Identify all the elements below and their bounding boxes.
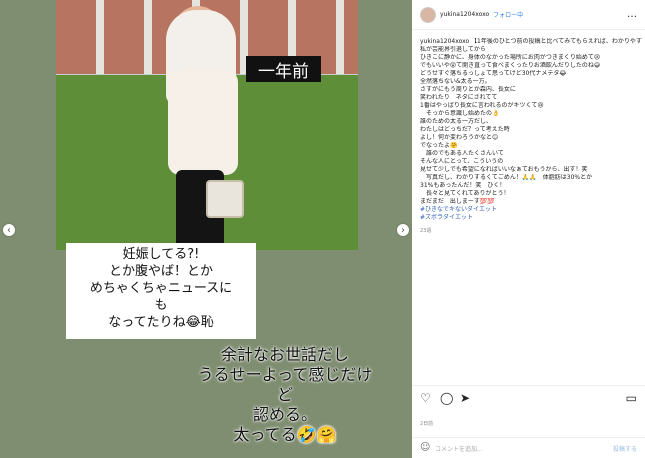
caption-line: 全然落ちない&太る一方。 [420, 78, 491, 85]
overlay-line-5: 太ってる🤣🤗 [233, 425, 337, 444]
avatar[interactable] [420, 6, 436, 23]
caption-line: 笑われたり ネタにされてて [420, 94, 498, 101]
overlay-line-3: ど [276, 385, 293, 404]
caption-line: 写真だし、わかりするくてごめん！🙏🙏 体脂肪は30%とか [420, 174, 593, 181]
caption-line: ひきこに静かに、身体のなかった場所にお肉がつきまくり始めて😢 [420, 54, 601, 61]
comment-icon[interactable]: ◯ [440, 391, 453, 405]
year-label: 一年前 [246, 56, 321, 82]
overlay-text: 余計なお世話だし うるせーよって感じだけ ど 認める。 太ってる🤣🤗 [160, 345, 410, 445]
note-line-4: も [154, 298, 168, 313]
heart-icon[interactable]: ♡ [420, 391, 431, 405]
hashtag-link[interactable]: #ズボラダイエット [420, 214, 642, 222]
overlay-line-2: うるせーよって感じだけ [197, 365, 373, 384]
note-box: 妊娠してる?! とか腹やば！とか めちゃくちゃニュースに も なってたりね😂恥 [66, 243, 256, 339]
post-media[interactable]: 一年前 妊娠してる?! とか腹やば！とか めちゃくちゃニュースに も なってたり… [0, 0, 412, 458]
caption-line: 誰のでもある人たくさんいて [420, 150, 504, 157]
share-icon[interactable]: ➤ [460, 391, 470, 405]
caption-line: そっから意識し始めたの👌 [420, 110, 500, 117]
smile-icon[interactable]: ☺ [420, 442, 430, 453]
caption-line: 31%もあったんだ！笑 ひく！ [420, 182, 506, 189]
hashtag-link[interactable]: #ひきなでキないダイエット [420, 206, 642, 214]
caption-line: でなったよ🤗 [420, 142, 458, 149]
caption-time: 23週 [420, 228, 432, 234]
caption: yukina1204xoxo 【1年後のひとつ前の投稿と比べてみてもらえれば、わ… [420, 38, 642, 235]
bookmark-icon[interactable]: ▭ [626, 391, 637, 405]
post-header: yukina1204xoxo フォロー中 … [412, 0, 645, 30]
instagram-post: 一年前 妊娠してる?! とか腹やば！とか めちゃくちゃニュースに も なってたり… [0, 0, 645, 458]
more-options-icon[interactable]: … [627, 9, 637, 20]
note-line-3: めちゃくちゃニュースに [89, 281, 233, 296]
caption-line: まだまだ 出しまーす💯💯 [420, 198, 495, 205]
caption-line: 私が芸能界引退してから [420, 46, 486, 53]
next-arrow-icon[interactable]: › [397, 224, 409, 236]
note-line-5: なってたりね😂恥 [108, 315, 214, 330]
caption-line: 1番はやっぱり長女に言われるのがキツくて😢 [420, 102, 544, 109]
note-line-2: とか腹やば！とか [108, 264, 213, 279]
photo [56, 0, 358, 250]
comment-input[interactable]: コメントを追加... [435, 444, 483, 453]
comment-bar: ☺ コメントを追加... 投稿する [412, 437, 645, 458]
caption-line: そんな人にとって、こういうの [420, 158, 504, 165]
caption-line: 誰のための太る一方だし、 [420, 118, 493, 125]
caption-line: 見せて少しでも希望になればいいなぁておもうから、出す！笑 [420, 166, 588, 173]
caption-line: どうせすぐ落ちるっしょて思ってけど30代ナメテタ😂 [420, 70, 567, 77]
caption-line: さすがにもう周りとか森内、長女に [420, 86, 516, 93]
note-line-1: 妊娠してる?! [122, 247, 200, 262]
username[interactable]: yukina1204xoxo [440, 11, 489, 18]
action-bar: ♡ ◯ ➤ ▭ [412, 385, 645, 407]
post-time: 2日前 [420, 421, 434, 427]
post-sidebar: yukina1204xoxo フォロー中 … yukina1204xoxo 【1… [412, 0, 645, 458]
previous-arrow-icon[interactable]: ‹ [3, 224, 15, 236]
follow-button[interactable]: フォロー中 [493, 10, 523, 19]
caption-line: でもいいや😵て開き直って食べまくったりお酒飲んだりしたのね😅 [420, 62, 601, 69]
caption-line: yukina1204xoxo 【1年後のひとつ前の投稿と比べてみてもらえれば、わ… [420, 38, 642, 45]
caption-line: よし！何か変わろうかなと😊 [420, 134, 499, 141]
caption-line: わたしはどっちだ？って考えた時 [420, 126, 510, 133]
person-body [168, 70, 238, 175]
caption-line: 長々と見てくれてありがとう！ [420, 190, 510, 197]
overlay-line-4: 認める。 [252, 405, 317, 424]
handbag [206, 180, 244, 218]
overlay-line-1: 余計なお世話だし [220, 345, 349, 364]
post-comment-button[interactable]: 投稿する [613, 444, 637, 453]
